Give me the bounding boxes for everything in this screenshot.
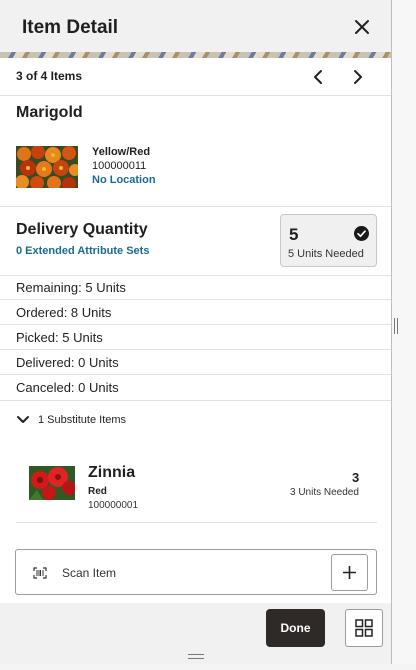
item-info: Yellow/Red 100000011 No Location	[92, 145, 156, 187]
page-title: Item Detail	[22, 17, 119, 38]
add-item-button[interactable]	[331, 554, 368, 591]
substitute-color: Red	[88, 486, 107, 497]
panel-header: Item Detail	[0, 0, 391, 52]
extended-attributes-link[interactable]: 0 Extended Attribute Sets	[16, 245, 149, 257]
marigold-image	[16, 146, 78, 188]
plus-icon	[343, 566, 356, 579]
bottom-strip	[0, 664, 416, 670]
quantity-box[interactable]: 5 5 Units Needed	[280, 214, 377, 267]
substitute-sku: 100000001	[88, 500, 139, 511]
splitter-handle[interactable]	[394, 318, 398, 334]
divider	[0, 206, 391, 207]
divider	[0, 349, 391, 350]
divider	[0, 299, 391, 300]
done-button[interactable]: Done	[266, 609, 325, 647]
divider	[0, 400, 391, 401]
scan-item-label: Scan Item	[62, 566, 117, 580]
chevron-left-icon[interactable]	[308, 66, 330, 88]
item-pager: 3 of 4 Items	[0, 58, 391, 96]
picked-units: Picked: 5 Units	[16, 330, 103, 345]
divider	[0, 324, 391, 325]
barcode-scan-icon	[33, 566, 47, 584]
substitute-units-needed: 3 Units Needed	[290, 487, 359, 498]
item-location-link[interactable]: No Location	[92, 173, 156, 187]
divider	[16, 522, 377, 523]
ordered-units: Ordered: 8 Units	[16, 305, 112, 320]
canceled-units: Canceled: 0 Units	[16, 380, 119, 395]
units-needed: 5 Units Needed	[288, 248, 364, 260]
check-circle-icon	[354, 226, 369, 241]
substitute-quantity: 3	[352, 470, 360, 485]
delivered-units: Delivered: 0 Units	[16, 355, 119, 370]
grid-icon	[355, 619, 373, 637]
zinnia-image	[29, 466, 75, 500]
substitute-items-label: 1 Substitute Items	[38, 414, 127, 426]
divider	[0, 374, 391, 375]
item-name: Marigold	[16, 104, 83, 121]
grid-view-button[interactable]	[345, 609, 383, 647]
item-sku: 100000011	[92, 160, 147, 172]
chevron-right-icon[interactable]	[346, 66, 368, 88]
delivery-quantity-title: Delivery Quantity	[16, 221, 148, 238]
substitute-name: Zinnia	[88, 464, 136, 481]
chevron-down-icon	[17, 416, 29, 423]
close-icon[interactable]	[350, 15, 374, 39]
item-color: Yellow/Red	[92, 146, 151, 158]
remaining-units: Remaining: 5 Units	[16, 280, 126, 295]
item-detail-panel: Item Detail 3 of 4 Items Marigold Yellow	[0, 0, 392, 664]
scan-item-field[interactable]: Scan Item	[15, 549, 377, 595]
right-gutter	[392, 0, 416, 670]
resize-grip[interactable]	[188, 654, 204, 659]
delivery-quantity-value: 5	[289, 225, 299, 244]
divider	[0, 275, 391, 276]
item-count: 3 of 4 Items	[16, 69, 83, 83]
